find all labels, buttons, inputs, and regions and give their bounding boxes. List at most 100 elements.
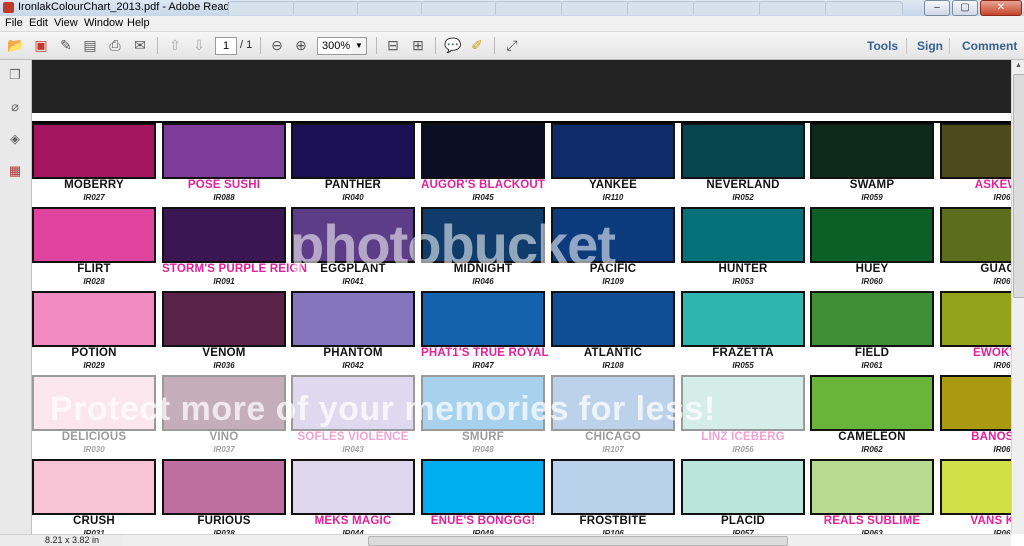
colour-cell: NEVERLAND IR052 <box>681 123 805 207</box>
background-tab[interactable] <box>825 1 903 15</box>
colour-name: MOBERRY <box>64 179 124 191</box>
colour-swatch <box>162 207 286 263</box>
colour-code: IR108 <box>602 361 624 370</box>
scroll-up-icon[interactable]: ▲ <box>1015 62 1022 69</box>
colour-cell: MIDNIGHT IR046 <box>421 207 545 291</box>
colour-name: ASKEW'S <box>974 179 1011 191</box>
vertical-scroll-thumb[interactable] <box>1013 74 1024 298</box>
colour-name: STORM'S PURPLE REIGN <box>162 263 308 275</box>
colour-swatch <box>810 291 934 347</box>
menu-view[interactable]: View <box>54 17 78 29</box>
print-icon[interactable]: ⎙ <box>106 36 124 54</box>
toolbar: 📂 ▣ ✎ ▤ ⎙ ✉ ⇧ ⇩ 1 / 1 ⊖ ⊕ 300% ▼ ⊟ ⊞ 💬 ✐… <box>0 32 1024 60</box>
colour-code: IR043 <box>342 445 364 454</box>
zoom-input[interactable]: 300% <box>317 37 357 55</box>
minimize-button[interactable]: – <box>924 0 950 16</box>
attachments-icon[interactable]: ⌀ <box>7 99 23 115</box>
background-tab[interactable] <box>421 1 497 15</box>
background-tab[interactable] <box>759 1 827 15</box>
email-icon[interactable]: ✉ <box>131 36 149 54</box>
horizontal-scrollbar[interactable] <box>122 534 1011 546</box>
colour-name: FURIOUS <box>197 515 251 527</box>
colour-code: IR091 <box>213 277 235 286</box>
colour-swatch <box>162 291 286 347</box>
menu-edit[interactable]: Edit <box>29 17 48 29</box>
open-icon[interactable]: 📂 <box>7 36 25 54</box>
vertical-scrollbar[interactable]: ▲ <box>1011 60 1024 534</box>
highlight-icon[interactable]: ✐ <box>468 36 486 54</box>
colour-cell: FURIOUS IR038 <box>162 459 286 534</box>
colour-name: FRAZETTA <box>712 347 774 359</box>
colour-cell: SWAMP IR059 <box>810 123 934 207</box>
previous-page-icon[interactable]: ⇧ <box>166 36 184 54</box>
colour-cell: HUEY IR060 <box>810 207 934 291</box>
colour-swatch <box>810 123 934 179</box>
colour-code: IR06 <box>993 445 1011 454</box>
fit-width-icon[interactable]: ⊞ <box>409 36 427 54</box>
colour-name: FROSTBITE <box>579 515 647 527</box>
signatures-icon[interactable]: ▦ <box>7 163 23 179</box>
colour-code: IR055 <box>732 361 754 370</box>
colour-swatch <box>291 375 415 431</box>
colour-cell: VANS KRYIIR06 <box>940 459 1011 534</box>
next-page-icon[interactable]: ⇩ <box>190 36 208 54</box>
tools-link[interactable]: Tools <box>867 39 898 53</box>
menu-window[interactable]: Window <box>84 17 123 29</box>
background-tab[interactable] <box>357 1 423 15</box>
colour-swatch <box>32 123 156 179</box>
background-tab[interactable] <box>293 1 359 15</box>
colour-cell: FROSTBITE IR106 <box>551 459 675 534</box>
edit-icon[interactable]: ✎ <box>57 36 75 54</box>
menu-help[interactable]: Help <box>127 17 150 29</box>
colour-code: IR028 <box>83 277 105 286</box>
colour-code: IR027 <box>83 193 105 202</box>
page-number-input[interactable]: 1 <box>215 37 237 55</box>
colour-cell: ATLANTIC IR108 <box>551 291 675 375</box>
colour-code: IR110 <box>602 193 624 202</box>
colour-cell: FRAZETTA IR055 <box>681 291 805 375</box>
colour-code: IR042 <box>342 361 364 370</box>
background-tab[interactable] <box>561 1 629 15</box>
colour-cell: VINO IR037 <box>162 375 286 459</box>
colour-code: IR045 <box>472 193 494 202</box>
colour-name: ATLANTIC <box>583 347 643 359</box>
colour-name: ENUE'S BONGGG! <box>430 515 536 527</box>
colour-cell: CRUSH IR031 <box>32 459 156 534</box>
colour-name: SWAMP <box>849 179 895 191</box>
colour-swatch <box>291 291 415 347</box>
colour-cell: CHICAGO IR107 <box>551 375 675 459</box>
comment-icon[interactable]: 💬 <box>444 36 462 54</box>
layers-icon[interactable]: ◈ <box>7 131 23 147</box>
colour-code: IR059 <box>861 193 883 202</box>
colour-swatch <box>940 291 1011 347</box>
colour-swatch <box>291 123 415 179</box>
colour-name: CRUSH <box>73 515 115 527</box>
status-bar: 8.21 x 3.82 in <box>0 534 122 546</box>
document-view[interactable]: MOBERRY IR027 POSE SUSHI IR088 PANTHER IR040 A… <box>32 60 1011 534</box>
background-tab[interactable] <box>693 1 761 15</box>
zoom-dropdown-icon[interactable]: ▼ <box>352 37 367 55</box>
fullscreen-icon[interactable]: ⤢ <box>503 36 521 54</box>
page-thumbnails-icon[interactable]: ❐ <box>7 67 23 83</box>
close-button[interactable]: ✕ <box>980 0 1022 16</box>
background-tab[interactable] <box>228 1 296 15</box>
comment-link[interactable]: Comment <box>962 39 1017 53</box>
background-tab[interactable] <box>495 1 563 15</box>
zoom-in-icon[interactable]: ⊕ <box>292 36 310 54</box>
colour-swatch <box>32 291 156 347</box>
save-icon[interactable]: ▤ <box>81 36 99 54</box>
background-tab[interactable] <box>627 1 695 15</box>
colour-name: GUACA <box>980 263 1011 275</box>
maximize-button[interactable]: ▢ <box>952 0 978 16</box>
colour-cell: EGGPLANT IR041 <box>291 207 415 291</box>
fit-page-icon[interactable]: ⊟ <box>384 36 402 54</box>
colour-swatch <box>551 375 675 431</box>
menu-file[interactable]: File <box>5 17 23 29</box>
zoom-out-icon[interactable]: ⊖ <box>268 36 286 54</box>
colour-code: IR046 <box>472 277 494 286</box>
sign-link[interactable]: Sign <box>917 39 943 53</box>
colour-cell: POSE SUSHI IR088 <box>162 123 286 207</box>
colour-name: PACIFIC <box>589 263 637 275</box>
create-pdf-icon[interactable]: ▣ <box>32 36 50 54</box>
colour-swatch <box>681 375 805 431</box>
